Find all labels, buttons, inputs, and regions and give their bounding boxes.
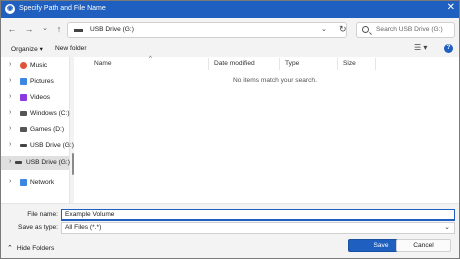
window-title: Specify Path and File Name	[19, 5, 106, 12]
hide-folders-button[interactable]: ⌃ Hide Folders	[7, 244, 54, 252]
column-divider[interactable]	[208, 58, 209, 70]
music-icon	[20, 62, 27, 69]
expand-chevron-icon[interactable]: ›	[9, 109, 11, 116]
new-folder-button[interactable]: New folder	[55, 45, 87, 52]
sidebar-item-label: USB Drive (G:)	[26, 159, 70, 166]
file-name-label: File name:	[27, 211, 58, 218]
save-as-type-value: All Files (*.*)	[65, 224, 102, 231]
address-history-chevron-icon[interactable]: ⌄	[321, 25, 327, 33]
chevron-up-icon: ⌃	[7, 245, 13, 252]
search-input[interactable]: Search USB Drive (G:)	[356, 22, 455, 38]
view-options-icon[interactable]: ☰ ▾	[414, 43, 427, 52]
dialog-footer: File name: Example Volume Save as type: …	[1, 203, 459, 258]
expand-chevron-icon[interactable]: ›	[9, 178, 11, 185]
address-text: USB Drive (G:)	[90, 26, 134, 33]
sidebar-item-label: USB Drive (G:)	[30, 142, 74, 149]
save-dialog: ◉ Specify Path and File Name ✕ ← → ⌄ ↑ U…	[0, 0, 460, 259]
sort-indicator-icon: ^	[149, 56, 152, 62]
help-icon[interactable]: ?	[444, 44, 453, 53]
address-bar[interactable]: USB Drive (G:) ⌄ ↻	[67, 22, 347, 38]
hide-folders-label: Hide Folders	[16, 245, 55, 252]
sidebar-item-videos[interactable]: › Videos	[1, 91, 69, 105]
network-icon	[20, 179, 27, 186]
expand-chevron-icon[interactable]: ›	[9, 61, 11, 68]
sidebar-item-music[interactable]: › Music	[1, 59, 69, 73]
drive-icon	[20, 111, 27, 116]
sidebar-item-label: Windows (C:)	[30, 110, 70, 117]
search-icon	[362, 26, 369, 33]
title-bar: ◉ Specify Path and File Name ✕	[1, 1, 459, 18]
recent-chevron-icon[interactable]: ⌄	[39, 23, 51, 35]
column-divider[interactable]	[375, 58, 376, 70]
usb-drive-icon	[74, 29, 83, 32]
column-header-size[interactable]: Size	[343, 60, 356, 67]
back-arrow-icon[interactable]: ←	[6, 23, 18, 35]
close-icon[interactable]: ✕	[447, 2, 455, 13]
sidebar-item-games-d[interactable]: › Games (D:)	[1, 123, 69, 137]
column-divider[interactable]	[337, 58, 338, 70]
sidebar-item-pictures[interactable]: › Pictures	[1, 75, 69, 89]
sidebar-item-usb-drive-g-selected[interactable]: › USB Drive (G:)	[1, 156, 70, 170]
sidebar-item-label: Videos	[30, 94, 51, 101]
expand-chevron-icon[interactable]: ›	[9, 141, 11, 148]
column-header-type[interactable]: Type	[285, 60, 299, 67]
sidebar-item-usb-drive-g[interactable]: › USB Drive (G:)	[1, 139, 74, 153]
column-divider[interactable]	[279, 58, 280, 70]
sidebar-item-label: Network	[30, 179, 55, 186]
search-placeholder: Search USB Drive (G:)	[376, 26, 443, 33]
drive-icon	[20, 127, 27, 132]
save-as-type-select[interactable]: All Files (*.*) ⌄	[61, 222, 455, 234]
navigation-pane: › Music › Pictures › Videos › Windows (C…	[1, 57, 74, 203]
organize-button[interactable]: Organize ▾	[11, 45, 43, 53]
forward-arrow-icon[interactable]: →	[23, 23, 35, 35]
sidebar-item-label: Music	[30, 62, 48, 69]
empty-message: No items match your search.	[233, 77, 317, 84]
column-header-date-modified[interactable]: Date modified	[214, 60, 255, 67]
refresh-icon[interactable]: ↻	[339, 24, 347, 35]
sidebar-item-network[interactable]: › Network	[1, 176, 69, 190]
navigation-bar: ← → ⌄ ↑ USB Drive (G:) ⌄ ↻ Search USB Dr…	[1, 18, 459, 42]
file-list: Name ^ Date modified Type Size No items …	[74, 56, 459, 203]
pictures-icon	[20, 78, 27, 85]
sidebar-item-label: Pictures	[30, 78, 54, 85]
cancel-button[interactable]: Cancel	[396, 239, 451, 252]
usb-drive-icon	[20, 144, 27, 147]
expand-chevron-icon[interactable]: ›	[9, 77, 11, 84]
app-icon: ◉	[5, 4, 15, 14]
file-name-field[interactable]: Example Volume	[61, 209, 455, 221]
column-header-name[interactable]: Name	[94, 60, 112, 67]
expand-chevron-icon[interactable]: ›	[9, 158, 11, 165]
sidebar-item-windows-c[interactable]: › Windows (C:)	[1, 107, 70, 121]
up-arrow-icon[interactable]: ↑	[53, 23, 65, 35]
chevron-down-icon: ⌄	[444, 224, 450, 231]
save-as-type-label: Save as type:	[18, 224, 58, 231]
command-bar: Organize ▾ New folder ☰ ▾ ?	[1, 42, 459, 57]
sidebar-item-label: Games (D:)	[30, 126, 65, 133]
videos-icon	[20, 94, 27, 101]
expand-chevron-icon[interactable]: ›	[9, 93, 11, 100]
expand-chevron-icon[interactable]: ›	[9, 125, 11, 132]
usb-drive-icon	[15, 161, 22, 164]
